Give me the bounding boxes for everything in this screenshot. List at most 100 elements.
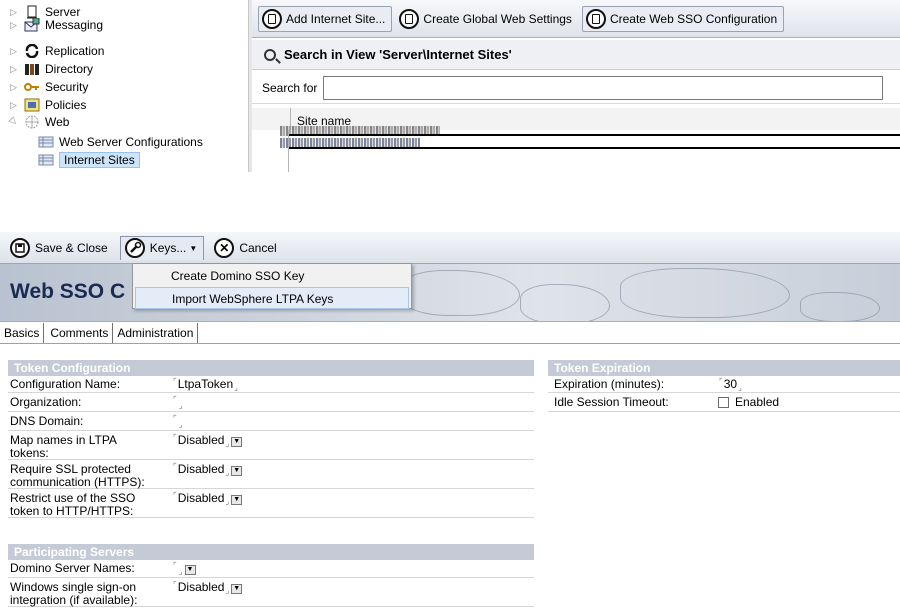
field-label: Windows single sign-on integration (if a… bbox=[10, 580, 138, 607]
tab-comments[interactable]: Comments bbox=[44, 323, 114, 343]
world-map-graphic bbox=[520, 284, 610, 321]
dns-domain-field[interactable]: ⌜ ⌟ bbox=[172, 413, 185, 430]
tree-item-web[interactable]: ▷ Web bbox=[8, 114, 70, 130]
search-icon bbox=[264, 48, 276, 61]
section-token-expiration: Token Expiration bbox=[548, 360, 900, 376]
key-icon bbox=[24, 80, 40, 94]
menu-item-import-websphere-ltpa-keys[interactable]: Import WebSphere LTPA Keys bbox=[135, 287, 409, 309]
tree-item-messaging[interactable]: ▷ Messaging bbox=[10, 17, 103, 33]
tree-item-policies[interactable]: ▷ Policies bbox=[10, 97, 86, 113]
field-bracket-icon: ⌟ bbox=[738, 383, 742, 392]
view-pane: Add Internet Site... Create Global Web S… bbox=[252, 0, 900, 172]
cancel-button[interactable]: ✕ Cancel bbox=[210, 236, 282, 260]
search-row: Search for bbox=[252, 72, 900, 104]
expand-arrow-icon[interactable]: ▷ bbox=[10, 82, 20, 92]
field-row-map-names: Map names in LTPA tokens: ⌜ Disabled ⌟ ▼ bbox=[8, 432, 534, 460]
collapse-arrow-icon[interactable]: ▷ bbox=[8, 115, 22, 129]
domino-server-names-field[interactable]: ⌜ ⌟ ▼ bbox=[172, 560, 196, 577]
tree-item-web-server-configurations[interactable]: Web Server Configurations bbox=[38, 134, 203, 150]
field-label: Restrict use of the SSO token to HTTP/HT… bbox=[10, 491, 136, 518]
idle-timeout-checkbox-group[interactable]: Enabled bbox=[718, 394, 779, 411]
checkbox-label: Enabled bbox=[735, 395, 780, 409]
field-bracket-icon: ⌟ bbox=[225, 586, 230, 595]
tree-item-security[interactable]: ▷ Security bbox=[10, 79, 88, 95]
dropdown-arrow-icon[interactable]: ▼ bbox=[231, 495, 243, 505]
button-label: Create Web SSO Configuration bbox=[609, 11, 778, 26]
dropdown-arrow-icon[interactable]: ▼ bbox=[231, 584, 243, 594]
organization-field[interactable]: ⌜ ⌟ bbox=[172, 394, 185, 411]
expand-arrow-icon[interactable]: ▷ bbox=[10, 64, 20, 74]
directory-icon bbox=[24, 62, 40, 76]
tree-item-label: Security bbox=[45, 80, 89, 94]
tree-item-internet-sites[interactable]: Internet Sites bbox=[38, 152, 140, 168]
column-divider bbox=[288, 130, 289, 172]
create-web-sso-configuration-button[interactable]: Create Web SSO Configuration bbox=[581, 5, 785, 32]
field-value: Disabled bbox=[177, 462, 225, 476]
tree-item-label: Messaging bbox=[45, 18, 104, 32]
button-label: Cancel bbox=[239, 240, 277, 255]
field-row-idle-timeout: Idle Session Timeout: Enabled bbox=[548, 394, 900, 412]
field-bracket-icon: ⌟ bbox=[225, 497, 230, 506]
keys-menu-button[interactable]: Keys... ▼ bbox=[119, 235, 205, 260]
field-value: Disabled bbox=[177, 433, 225, 447]
create-global-web-settings-button[interactable]: Create Global Web Settings bbox=[396, 6, 578, 32]
dropdown-arrow-icon[interactable]: ▼ bbox=[231, 466, 243, 476]
field-row-dns-domain: DNS Domain: ⌜ ⌟ bbox=[8, 413, 534, 431]
section-token-configuration: Token Configuration bbox=[8, 360, 534, 376]
table-row[interactable] bbox=[288, 134, 900, 136]
tree-item-directory[interactable]: ▷ Directory bbox=[10, 61, 93, 77]
document-icon bbox=[585, 8, 606, 29]
button-label: Save & Close bbox=[35, 240, 108, 255]
tab-administration[interactable]: Administration bbox=[113, 323, 199, 343]
navigator-tree: ▷ Server ▷ Messaging ▷ Replication ▷ Dir… bbox=[0, 0, 248, 172]
button-label: Create Global Web Settings bbox=[423, 11, 572, 26]
tree-item-label: Directory bbox=[45, 62, 94, 76]
dropdown-arrow-icon[interactable]: ▼ bbox=[184, 565, 196, 575]
expand-arrow-icon[interactable]: ▷ bbox=[10, 100, 20, 110]
dropdown-arrow-icon[interactable]: ▼ bbox=[231, 437, 243, 447]
expand-arrow-icon[interactable]: ▷ bbox=[10, 46, 20, 56]
field-bracket-icon: ⌟ bbox=[225, 439, 230, 448]
search-input[interactable] bbox=[323, 75, 884, 100]
restrict-sso-select[interactable]: ⌜ Disabled ⌟ ▼ bbox=[172, 490, 243, 517]
field-label: Organization: bbox=[10, 395, 82, 409]
world-map-graphic bbox=[400, 270, 520, 316]
field-bracket-icon: ⌟ bbox=[178, 401, 183, 410]
keys-dropdown-menu: Create Domino SSO Key Import WebSphere L… bbox=[132, 263, 412, 309]
map-names-select[interactable]: ⌜ Disabled ⌟ ▼ bbox=[172, 432, 243, 459]
idle-timeout-checkbox[interactable] bbox=[718, 397, 729, 408]
field-label: DNS Domain: bbox=[10, 414, 84, 428]
field-row-require-ssl: Require SSL protected communication (HTT… bbox=[8, 461, 534, 489]
expand-arrow-icon[interactable]: ▷ bbox=[10, 20, 20, 30]
field-bracket-icon: ⌜ bbox=[173, 491, 177, 500]
table-row[interactable] bbox=[288, 147, 900, 149]
view-icon bbox=[38, 135, 54, 149]
tab-basics[interactable]: Basics bbox=[0, 323, 45, 343]
button-label: Add Internet Site... bbox=[286, 11, 386, 26]
field-label: Domino Server Names: bbox=[10, 561, 135, 575]
field-bracket-icon: ⌟ bbox=[178, 420, 183, 429]
expand-arrow-icon[interactable]: ▷ bbox=[10, 7, 20, 17]
field-bracket-icon: ⌜ bbox=[173, 414, 177, 423]
tree-item-label: Replication bbox=[45, 44, 105, 58]
require-ssl-select[interactable]: ⌜ Disabled ⌟ ▼ bbox=[172, 461, 243, 488]
configuration-name-field[interactable]: ⌜ LtpaToken ⌟ bbox=[172, 376, 240, 392]
search-title: Search in View 'Server\Internet Sites' bbox=[284, 47, 512, 62]
save-disk-icon bbox=[10, 237, 30, 258]
field-label: Expiration (minutes): bbox=[554, 377, 665, 391]
add-internet-site-button[interactable]: Add Internet Site... bbox=[258, 5, 393, 32]
field-bracket-icon: ⌜ bbox=[719, 377, 723, 386]
field-row-restrict-sso: Restrict use of the SSO token to HTTP/HT… bbox=[8, 490, 534, 518]
tree-item-label: Policies bbox=[45, 98, 87, 112]
section-participating-servers: Participating Servers bbox=[8, 544, 534, 560]
field-row-domino-server-names: Domino Server Names: ⌜ ⌟ ▼ bbox=[8, 560, 534, 578]
expiration-minutes-field[interactable]: ⌜ 30 ⌟ bbox=[718, 376, 744, 392]
field-label: Configuration Name: bbox=[10, 377, 121, 391]
wrench-icon bbox=[124, 238, 145, 258]
windows-sso-select[interactable]: ⌜ Disabled ⌟ ▼ bbox=[172, 579, 243, 606]
save-close-button[interactable]: Save & Close bbox=[6, 236, 114, 260]
form-tabs: Basics Comments Administration bbox=[0, 322, 900, 344]
menu-item-create-domino-sso-key[interactable]: Create Domino SSO Key bbox=[133, 265, 411, 287]
tree-item-replication[interactable]: ▷ Replication bbox=[10, 43, 104, 59]
policies-icon bbox=[24, 98, 40, 112]
